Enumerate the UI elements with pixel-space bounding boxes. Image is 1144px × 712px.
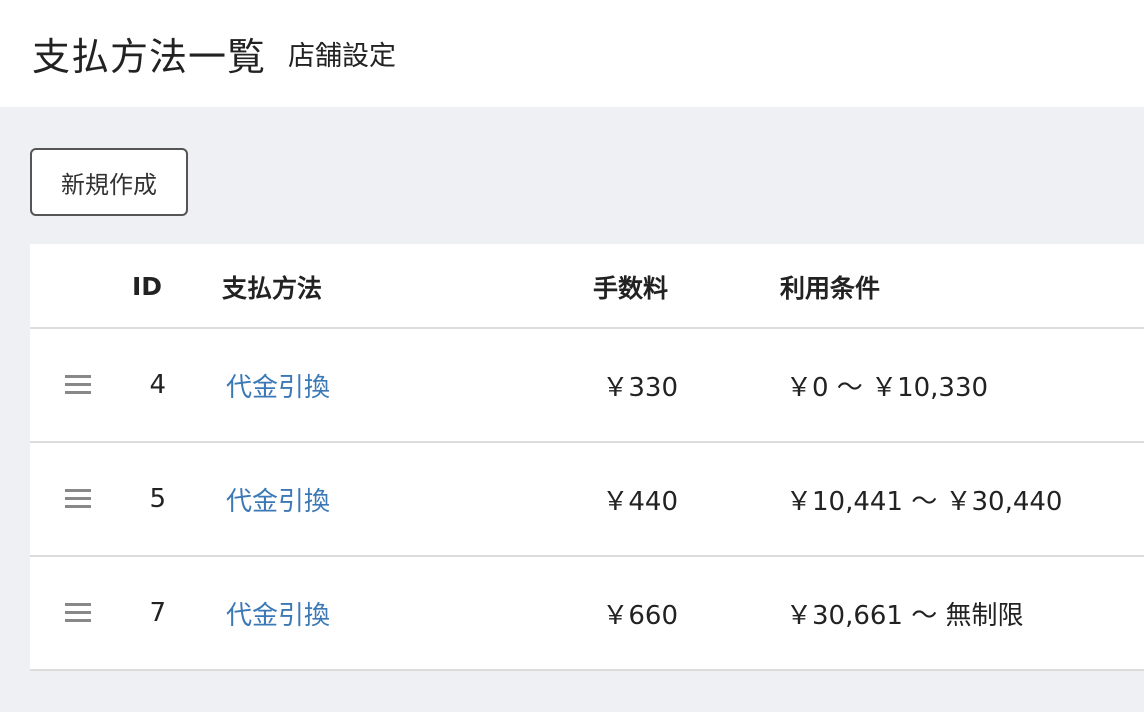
table-row: 7 代金引換 ￥660 ￥30,661 〜 無制限	[30, 557, 1144, 671]
new-button[interactable]: 新規作成	[30, 148, 188, 216]
payment-method-link[interactable]: 代金引換	[226, 329, 330, 441]
row-condition: ￥10,441 〜 ￥30,440	[786, 486, 1063, 517]
drag-handle-icon[interactable]	[64, 557, 92, 669]
table-row: 5 代金引換 ￥440 ￥10,441 〜 ￥30,440	[30, 443, 1144, 557]
row-id: 5	[149, 484, 166, 514]
column-header-fee: 手数料	[593, 273, 669, 303]
payment-methods-table: ID 支払方法 手数料 利用条件 4 代金引換 ￥330 ￥0 〜 ￥10,33…	[30, 244, 1144, 671]
row-id: 4	[149, 370, 166, 400]
page-title: 支払方法一覧	[32, 35, 267, 79]
row-id: 7	[149, 598, 166, 628]
column-header-method: 支払方法	[222, 273, 323, 303]
page-subtitle: 店舗設定	[288, 41, 397, 72]
page-header: 支払方法一覧 店舗設定	[0, 0, 1144, 107]
row-condition: ￥0 〜 ￥10,330	[786, 372, 989, 403]
row-fee: ￥660	[602, 600, 678, 631]
column-header-condition: 利用条件	[780, 273, 881, 303]
payment-method-link[interactable]: 代金引換	[226, 443, 330, 555]
payment-method-link[interactable]: 代金引換	[226, 557, 330, 669]
drag-handle-icon[interactable]	[64, 329, 92, 441]
column-header-id: ID	[132, 272, 163, 301]
row-fee: ￥330	[602, 372, 678, 403]
table-row: 4 代金引換 ￥330 ￥0 〜 ￥10,330	[30, 329, 1144, 443]
row-condition: ￥30,661 〜 無制限	[786, 600, 1024, 631]
table-header: ID 支払方法 手数料 利用条件	[30, 244, 1144, 329]
drag-handle-icon[interactable]	[64, 443, 92, 555]
row-fee: ￥440	[602, 486, 678, 517]
